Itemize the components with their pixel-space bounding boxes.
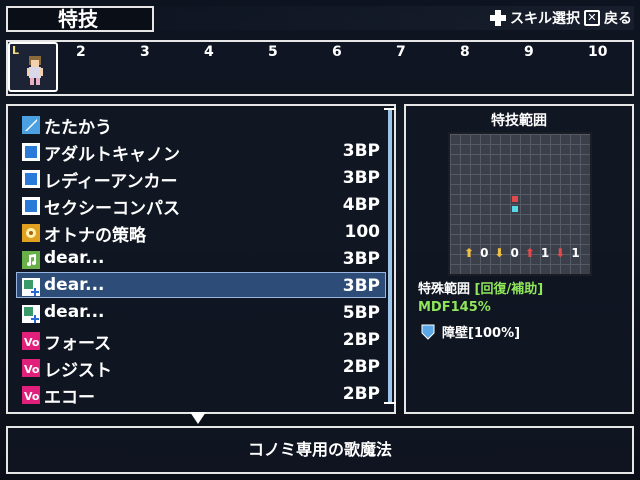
counter-value: 1 — [571, 246, 580, 260]
down-arrow-icon: ⬇ — [555, 246, 566, 260]
scrollbar-top-cap — [384, 108, 396, 110]
skill-range-panel: 特技範囲 ⬆ 0 ⬇ 0 ⬆ 1 ⬇ 1 特殊範囲 [回復/補助] MDF145% 障壁… — [404, 104, 634, 414]
skill-name: dear... — [44, 248, 105, 268]
special-range: 特殊範囲 [回復/補助] — [418, 278, 543, 297]
skill-select-hint: スキル選択 — [510, 11, 580, 27]
svg-text:Vo: Vo — [24, 390, 40, 403]
special-range-value: [回復/補助] — [474, 282, 544, 297]
counter-value: 1 — [540, 246, 550, 260]
skill-cost: 2BP — [342, 330, 380, 350]
range-counters: ⬆ 0 ⬇ 0 ⬆ 1 ⬇ 1 — [464, 246, 580, 260]
party-slot-2[interactable]: 2 — [76, 44, 86, 60]
skill-cost: 3BP — [342, 141, 380, 161]
svg-text:Vo: Vo — [24, 363, 40, 376]
party-bar: L 2 3 4 5 6 7 8 9 10 — [6, 40, 634, 96]
skill-name: レディーアンカー — [44, 172, 178, 192]
scrollbar[interactable] — [388, 110, 392, 402]
skill-name: レジスト — [44, 361, 112, 381]
skill-row-selected[interactable]: dear... 3BP — [20, 274, 380, 300]
scroll-down-arrow-icon[interactable] — [190, 412, 206, 424]
skill-name: アダルトキャノン — [44, 145, 180, 165]
skill-row[interactable]: アダルトキャノン 3BP — [20, 139, 380, 165]
sword-icon — [22, 116, 40, 134]
blue-skill-icon — [22, 143, 40, 161]
skill-name: オトナの策略 — [44, 226, 146, 246]
svg-text:Vo: Vo — [24, 336, 40, 349]
barrier-value: 障壁[100%] — [442, 326, 521, 341]
party-slot-3[interactable]: 3 — [140, 44, 150, 60]
party-slot-6[interactable]: 6 — [332, 44, 342, 60]
party-slot-9[interactable]: 9 — [524, 44, 534, 60]
skill-cost: 3BP — [342, 168, 380, 188]
party-slot-4[interactable]: 4 — [204, 44, 214, 60]
back-hint[interactable]: 戻る — [604, 8, 632, 28]
skill-name: セクシーコンパス — [44, 199, 180, 219]
barrier-stat: 障壁[100%] — [420, 322, 520, 341]
blue-skill-icon — [22, 170, 40, 188]
mdf-stat: MDF145% — [418, 300, 491, 315]
skill-cost: 4BP — [342, 195, 380, 215]
party-slot-10[interactable]: 10 — [588, 44, 607, 60]
party-slot-7[interactable]: 7 — [396, 44, 406, 60]
skill-cost: 100 — [344, 222, 381, 242]
special-range-label: 特殊範囲 — [418, 282, 471, 297]
music-note-icon — [22, 251, 40, 269]
down-arrow-icon: ⬇ — [494, 246, 505, 260]
skill-cost: 3BP — [342, 276, 380, 296]
range-title: 特技範囲 — [491, 113, 547, 129]
vo-icon: Vo — [22, 359, 40, 377]
skill-name: エコー — [44, 388, 95, 408]
screen-title: 特技 — [6, 6, 154, 32]
skill-row[interactable]: オトナの策略 100 — [20, 220, 380, 246]
vo-icon: Vo — [22, 386, 40, 404]
up-arrow-icon: ⬆ — [524, 246, 535, 260]
skill-list: たたかう アダルトキャノン 3BP レディーアンカー 3BP セクシーコンパス … — [6, 104, 396, 414]
skill-row[interactable]: セクシーコンパス 4BP — [20, 193, 380, 219]
scrollbar-bottom-cap — [384, 402, 396, 404]
party-slot-1-portrait[interactable]: L — [8, 42, 58, 92]
skill-row[interactable]: Vo エコー 2BP — [20, 382, 380, 408]
skill-row[interactable]: dear... 5BP — [20, 301, 380, 327]
leader-badge: L — [12, 44, 20, 57]
user-cell — [512, 206, 518, 212]
skill-row[interactable]: たたかう — [20, 112, 380, 138]
heal-plus-icon — [22, 278, 40, 296]
control-hints: スキル選択 ✕ 戻る — [490, 8, 632, 28]
skill-row[interactable]: Vo フォース 2BP — [20, 328, 380, 354]
skill-row[interactable]: dear... 3BP — [20, 247, 380, 273]
party-slot-5[interactable]: 5 — [268, 44, 278, 60]
blue-skill-icon — [22, 197, 40, 215]
skill-row[interactable]: Vo レジスト 2BP — [20, 355, 380, 381]
dpad-icon — [490, 10, 506, 26]
skill-name: dear... — [44, 302, 105, 322]
skill-name: dear... — [44, 275, 105, 295]
character-sprite-icon — [27, 56, 43, 85]
heal-plus-icon — [22, 305, 40, 323]
shield-icon — [421, 324, 435, 340]
skill-row[interactable]: レディーアンカー 3BP — [20, 166, 380, 192]
up-arrow-icon: ⬆ — [464, 246, 475, 260]
help-text-box: コノミ専用の歌魔法 — [6, 426, 634, 474]
vo-icon: Vo — [22, 332, 40, 350]
counter-value: 0 — [510, 246, 519, 260]
party-slot-8[interactable]: 8 — [460, 44, 470, 60]
skill-cost: 3BP — [342, 249, 380, 269]
counter-value: 0 — [480, 246, 489, 260]
skill-cost: 2BP — [342, 384, 380, 404]
gold-strategy-icon — [22, 224, 40, 242]
target-cell — [512, 196, 518, 202]
x-button-icon[interactable]: ✕ — [584, 10, 600, 26]
skill-cost: 2BP — [342, 357, 380, 377]
skill-name: フォース — [44, 334, 112, 354]
skill-name: たたかう — [44, 118, 112, 138]
skill-cost: 5BP — [342, 303, 380, 323]
